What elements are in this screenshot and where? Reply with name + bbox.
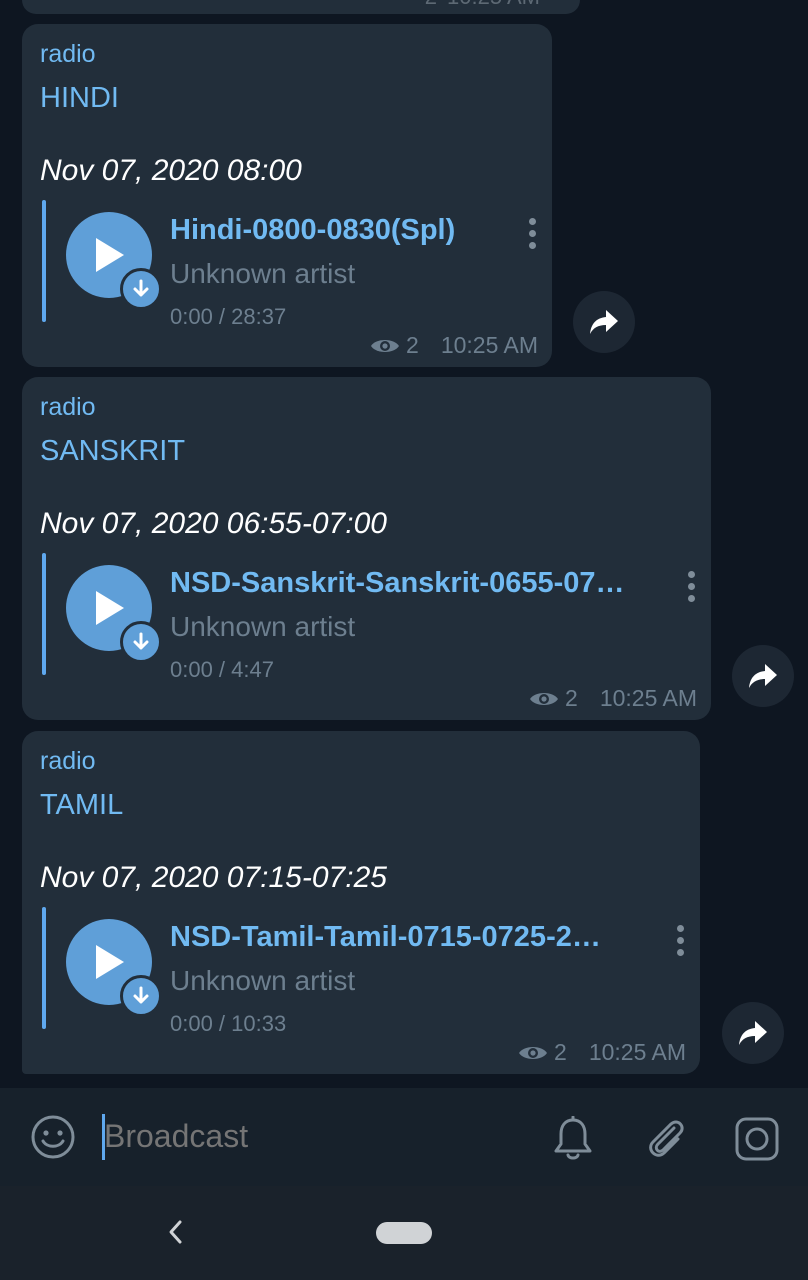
message-language: HINDI bbox=[40, 82, 119, 114]
message-language: SANSKRIT bbox=[40, 435, 186, 467]
share-button[interactable] bbox=[732, 645, 794, 707]
share-arrow-icon bbox=[739, 1021, 767, 1045]
views-count: 2 bbox=[425, 0, 437, 10]
message-bubble[interactable]: radio TAMIL Nov 07, 2020 07:15-07:25 NSD… bbox=[22, 731, 700, 1074]
paperclip-icon[interactable] bbox=[644, 1114, 688, 1162]
play-icon bbox=[96, 591, 124, 625]
audio-attachment: NSD-Sanskrit-Sanskrit-0655-07… Unknown a… bbox=[42, 553, 695, 682]
download-button[interactable] bbox=[120, 975, 162, 1017]
views-count: 2 bbox=[554, 1039, 567, 1065]
sender-name[interactable]: radio bbox=[40, 40, 96, 69]
track-duration: 0:00 / 28:37 bbox=[170, 304, 287, 329]
track-duration: 0:00 / 4:47 bbox=[170, 657, 274, 682]
back-chevron-icon[interactable] bbox=[166, 1218, 184, 1246]
quote-bar bbox=[42, 553, 46, 675]
eye-icon bbox=[530, 692, 559, 705]
message-date: Nov 07, 2020 08:00 bbox=[40, 154, 302, 187]
message-meta: 2 10:25 AM bbox=[370, 332, 538, 359]
audio-attachment: Hindi-0800-0830(Spl) Unknown artist 0:00… bbox=[42, 200, 536, 329]
message-bubble[interactable]: radio SANSKRIT Nov 07, 2020 06:55-07:00 … bbox=[22, 377, 711, 720]
audio-attachment: NSD-Tamil-Tamil-0715-0725-2… Unknown art… bbox=[42, 907, 684, 1036]
message-date: Nov 07, 2020 07:15-07:25 bbox=[40, 861, 387, 894]
views-count: 2 bbox=[565, 685, 578, 711]
track-artist: Unknown artist bbox=[170, 965, 356, 996]
previous-message-meta: 2 10:25 AM bbox=[425, 0, 540, 10]
system-navigation-bar bbox=[0, 1186, 808, 1280]
message-time: 10:25 AM bbox=[440, 332, 538, 358]
message-language: TAMIL bbox=[40, 789, 124, 821]
track-title: NSD-Tamil-Tamil-0715-0725-2… bbox=[170, 921, 601, 953]
sender-name[interactable]: radio bbox=[40, 393, 96, 422]
message-time: 10:25 AM bbox=[447, 0, 540, 10]
message-meta: 2 10:25 AM bbox=[518, 1039, 686, 1066]
camera-icon[interactable] bbox=[734, 1116, 780, 1162]
download-icon bbox=[133, 279, 149, 297]
quote-bar bbox=[42, 907, 46, 1029]
eye-icon bbox=[519, 1046, 548, 1059]
bell-icon[interactable] bbox=[552, 1116, 594, 1162]
download-button[interactable] bbox=[120, 621, 162, 663]
views-count: 2 bbox=[406, 332, 419, 358]
more-options-icon[interactable] bbox=[685, 571, 697, 605]
eye-icon bbox=[371, 339, 400, 352]
message-time: 10:25 AM bbox=[588, 1039, 686, 1065]
more-options-icon[interactable] bbox=[526, 218, 538, 252]
download-icon bbox=[133, 986, 149, 1004]
track-artist: Unknown artist bbox=[170, 258, 356, 289]
quote-bar bbox=[42, 200, 46, 322]
track-title: Hindi-0800-0830(Spl) bbox=[170, 214, 456, 246]
share-button[interactable] bbox=[573, 291, 635, 353]
track-artist: Unknown artist bbox=[170, 611, 356, 642]
message-date: Nov 07, 2020 06:55-07:00 bbox=[40, 507, 387, 540]
chat-history[interactable]: 2 10:25 AM radio HINDI Nov 07, 2020 08:0… bbox=[0, 0, 808, 1088]
message-bubble[interactable]: radio HINDI Nov 07, 2020 08:00 Hindi-080… bbox=[22, 24, 552, 367]
more-options-icon[interactable] bbox=[674, 925, 686, 959]
emoji-icon[interactable] bbox=[30, 1114, 76, 1160]
download-button[interactable] bbox=[120, 268, 162, 310]
play-icon bbox=[96, 238, 124, 272]
download-icon bbox=[133, 632, 149, 650]
track-duration: 0:00 / 10:33 bbox=[170, 1011, 287, 1036]
share-arrow-icon bbox=[749, 664, 777, 688]
share-arrow-icon bbox=[590, 310, 618, 334]
message-composer bbox=[0, 1088, 808, 1186]
share-button[interactable] bbox=[722, 1002, 784, 1064]
home-pill[interactable] bbox=[376, 1222, 432, 1244]
message-input[interactable] bbox=[104, 1118, 504, 1155]
message-time: 10:25 AM bbox=[599, 685, 697, 711]
previous-message-bubble[interactable]: 2 10:25 AM bbox=[22, 0, 580, 14]
sender-name[interactable]: radio bbox=[40, 747, 96, 776]
track-title: NSD-Sanskrit-Sanskrit-0655-07… bbox=[170, 567, 625, 599]
play-icon bbox=[96, 945, 124, 979]
message-meta: 2 10:25 AM bbox=[529, 685, 697, 712]
